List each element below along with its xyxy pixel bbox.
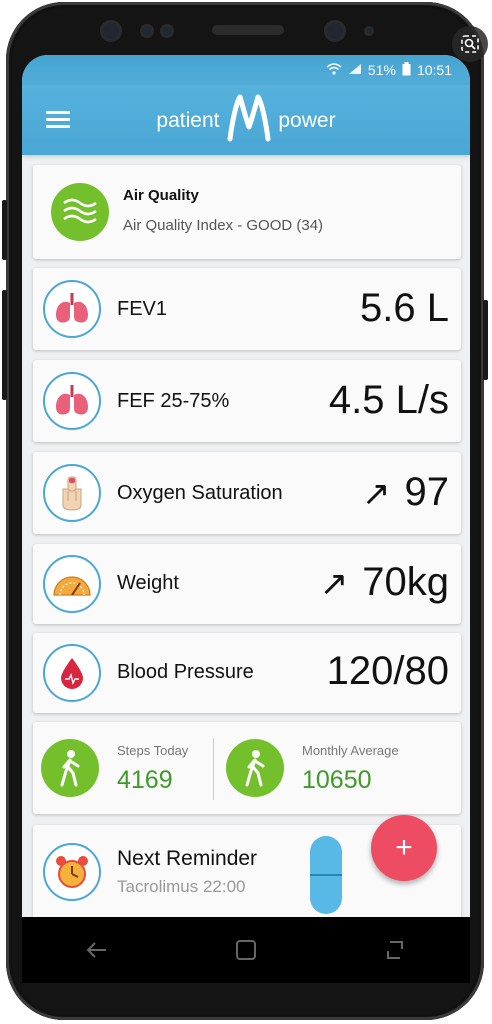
pill-capsule-icon (309, 835, 343, 917)
metric-value-text: 97 (404, 470, 450, 514)
metric-label: FEV1 (117, 298, 168, 320)
phone-sensor (324, 20, 346, 42)
search-icon (461, 35, 479, 53)
phone-sensor (364, 26, 374, 36)
metric-card-fev1[interactable]: FEV1 5.6 L (33, 268, 461, 350)
android-navigation-bar (22, 917, 470, 983)
metric-value-text: 120/80 (326, 649, 449, 693)
metric-value: 4.5 L/s (329, 378, 449, 423)
metric-card-oxygen-saturation[interactable]: Oxygen Saturation ↗ 97 (33, 452, 461, 534)
recent-apps-icon[interactable] (375, 930, 415, 970)
phone-speaker (212, 25, 284, 35)
wifi-icon (326, 62, 342, 78)
air-quality-title: Air Quality (123, 187, 199, 204)
walking-person-icon (226, 739, 284, 797)
air-quality-card[interactable]: Air Quality Air Quality Index - GOOD (34… (33, 165, 461, 259)
metric-value: ↗ 97 (362, 470, 449, 515)
reminder-medication: Tacrolimus 22:00 (117, 877, 246, 896)
metric-card-weight[interactable]: Weight ↗ 70kg (33, 544, 461, 624)
reminder-title: Next Reminder (117, 847, 258, 870)
app-screen: 51% 10:51 patient power Air Quality Air … (22, 55, 470, 917)
phone-side-button (2, 290, 7, 400)
metric-value: ↗ 70kg (320, 560, 449, 605)
signal-icon (348, 62, 362, 78)
phone-side-button (483, 300, 488, 380)
metric-value-text: 5.6 L (360, 286, 449, 330)
image-search-badge[interactable] (452, 26, 488, 62)
metric-value: 120/80 (327, 649, 449, 694)
phone-sensor (140, 24, 154, 38)
steps-today-label: Steps Today (117, 743, 189, 758)
metric-label: Oxygen Saturation (117, 482, 283, 504)
steps-today-value: 4169 (117, 766, 173, 794)
alarm-clock-icon (43, 843, 101, 901)
app-header: patient power (22, 85, 470, 155)
air-quality-index: Air Quality Index - GOOD (34) (123, 217, 324, 234)
lungs-icon (43, 280, 101, 338)
metric-value-text: 70kg (362, 560, 449, 604)
home-icon[interactable] (226, 930, 266, 970)
metric-label: Weight (117, 572, 179, 594)
battery-percent: 51% (367, 62, 396, 78)
trend-arrow-icon: ↗ (362, 475, 391, 513)
scale-icon (43, 555, 101, 613)
walking-person-icon (41, 739, 99, 797)
phone-front-camera (100, 20, 122, 42)
brand-right-text: power (278, 108, 336, 132)
phone-sensor (160, 24, 174, 38)
steps-divider (213, 738, 214, 800)
monthly-average-label: Monthly Average (302, 743, 399, 758)
blood-drop-icon (43, 644, 101, 702)
finger-sensor-icon (43, 464, 101, 522)
metric-card-fef[interactable]: FEF 25-75% 4.5 L/s (33, 360, 461, 442)
back-icon[interactable] (77, 930, 117, 970)
trend-arrow-icon: ↗ (319, 565, 349, 603)
lungs-icon (43, 372, 101, 430)
metric-label: FEF 25-75% (117, 390, 230, 412)
brand-left-text: patient (156, 108, 220, 132)
metric-label: Blood Pressure (117, 661, 254, 683)
metric-value-text: 4.5 L/s (328, 378, 449, 422)
monthly-average-value: 10650 (302, 766, 372, 794)
phone-side-button (2, 200, 7, 260)
add-button[interactable]: + (371, 815, 437, 881)
status-time: 10:51 (416, 62, 452, 78)
brand-m-logo (226, 93, 272, 148)
metric-card-blood-pressure[interactable]: Blood Pressure 120/80 (33, 633, 461, 713)
status-bar: 51% 10:51 (22, 55, 470, 85)
steps-card[interactable]: Steps Today 4169 Monthly Average 10650 (33, 722, 461, 814)
metric-value: 5.6 L (360, 286, 449, 331)
battery-icon (402, 61, 411, 79)
brand-logo: patient power (22, 93, 470, 148)
air-waves-icon (51, 183, 109, 241)
